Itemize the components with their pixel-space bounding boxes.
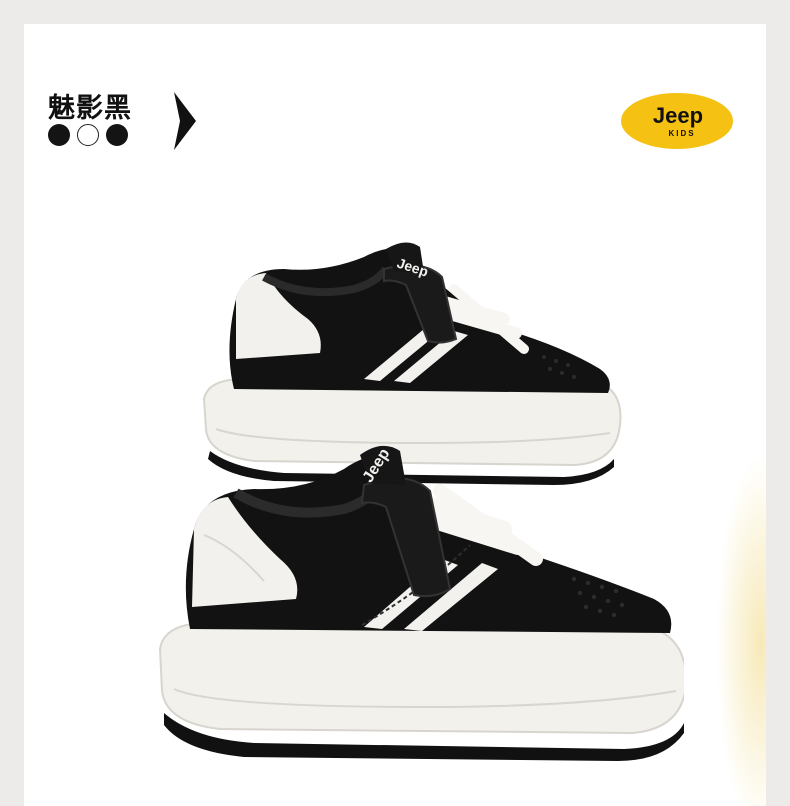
swatch-black-2[interactable] <box>106 124 128 146</box>
back-shoe: Jeep <box>202 242 622 485</box>
shoes-illustration: Jeep Jeep <box>158 242 684 761</box>
swatch-white[interactable] <box>77 124 99 146</box>
jeep-kids-logo: Jeep KIDS <box>621 93 733 149</box>
logo-sub: KIDS <box>668 129 695 138</box>
product-page: 魅影黑 Jeep KIDS Jeep Jeep <box>0 0 790 806</box>
logo-brand: Jeep <box>653 103 703 128</box>
chevron-right-icon <box>174 92 196 150</box>
front-shoe: Jeep <box>158 445 684 761</box>
product-card: 魅影黑 Jeep KIDS Jeep Jeep <box>24 24 766 806</box>
variant-name: 魅影黑 <box>48 93 132 124</box>
color-variant-block: 魅影黑 <box>48 86 196 172</box>
swatch-black[interactable] <box>48 124 70 146</box>
color-swatches <box>48 124 128 146</box>
